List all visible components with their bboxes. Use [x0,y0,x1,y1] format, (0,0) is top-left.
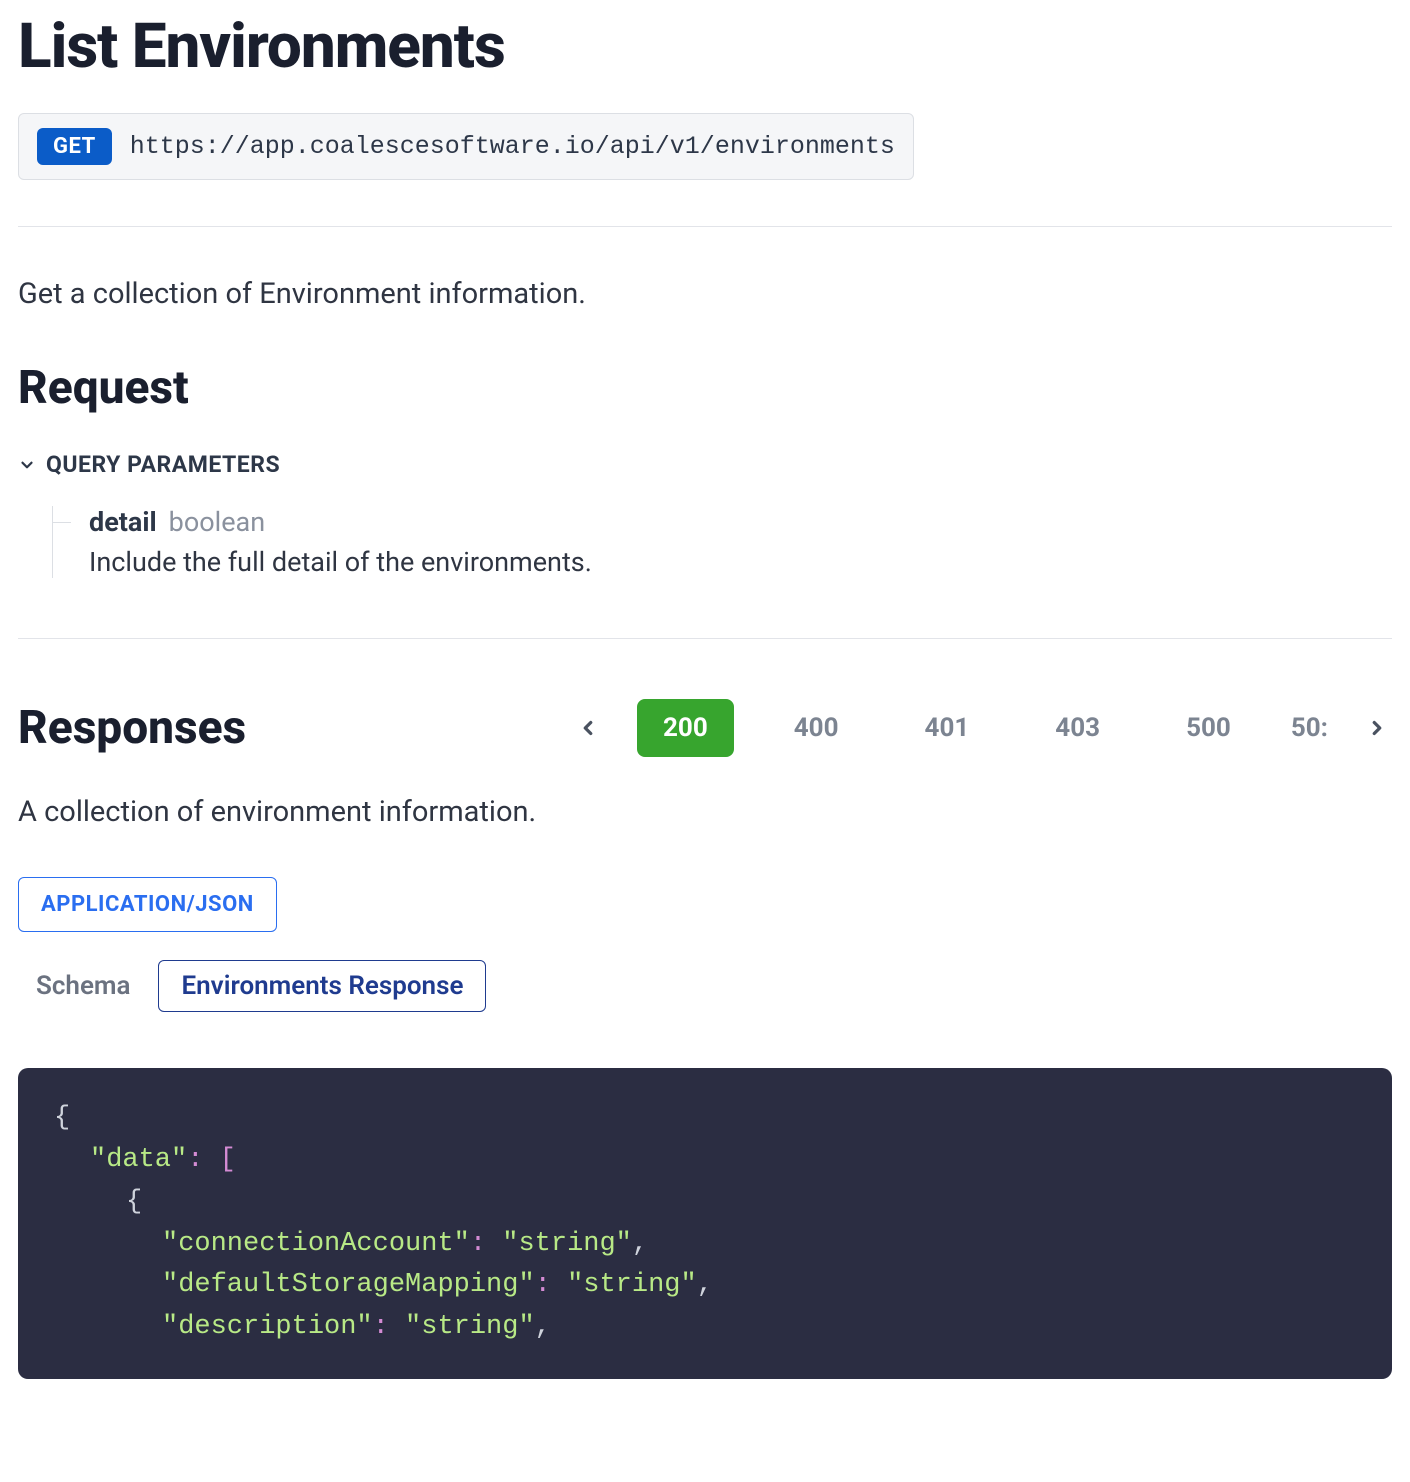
tab-environments-response[interactable]: Environments Response [158,960,486,1012]
status-code-nav: 200 400 401 403 500 50: [573,699,1392,757]
divider [18,638,1392,639]
status-code-401[interactable]: 401 [899,699,996,757]
code-example: {"data": [{"connectionAccount": "string"… [18,1068,1392,1379]
endpoint-description: Get a collection of Environment informat… [18,277,1392,311]
status-code-500[interactable]: 500 [1160,699,1257,757]
divider [18,226,1392,227]
page-title: List Environments [18,10,1392,83]
status-code-400[interactable]: 400 [768,699,865,757]
parameter-description: Include the full detail of the environme… [89,546,1392,578]
status-code-200[interactable]: 200 [637,699,734,757]
parameter-item: detail boolean Include the full detail o… [52,506,1392,578]
chevron-down-icon [18,456,36,474]
status-code-truncated: 50: [1291,713,1328,743]
tab-schema[interactable]: Schema [36,971,130,1001]
parameter-type: boolean [169,506,265,538]
content-type-badge[interactable]: APPLICATION/JSON [18,877,277,932]
chevron-left-icon[interactable] [573,713,603,743]
request-heading: Request [18,361,1392,415]
chevron-right-icon[interactable] [1362,713,1392,743]
query-parameters-toggle[interactable]: QUERY PARAMETERS [18,451,1392,478]
status-code-403[interactable]: 403 [1029,699,1126,757]
endpoint-url: https://app.coalescesoftware.io/api/v1/e… [130,132,895,161]
response-description: A collection of environment information. [18,795,1392,829]
parameter-name: detail [89,506,157,538]
endpoint-box: GET https://app.coalescesoftware.io/api/… [18,113,914,180]
response-tabs: Schema Environments Response [36,960,1392,1012]
query-parameters-label: QUERY PARAMETERS [46,451,280,478]
responses-heading: Responses [18,701,246,755]
http-method-badge: GET [37,128,112,165]
